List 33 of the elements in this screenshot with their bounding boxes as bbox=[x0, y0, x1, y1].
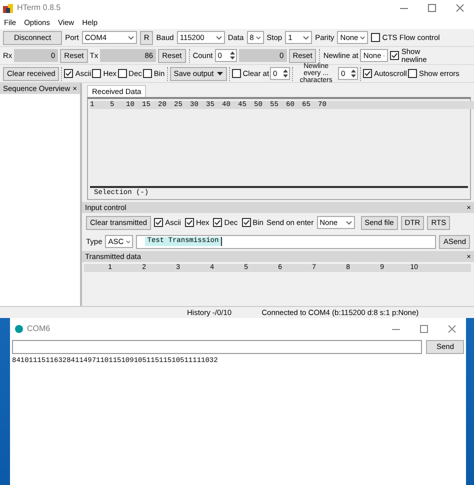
caret-icon bbox=[216, 36, 222, 40]
checkbox-icon bbox=[363, 69, 372, 78]
checkbox-icon bbox=[142, 69, 152, 78]
checkbox-icon bbox=[184, 218, 194, 227]
spin-icon bbox=[230, 51, 235, 60]
checkbox-icon bbox=[213, 218, 222, 227]
close-icon bbox=[456, 4, 464, 12]
caret-icon bbox=[346, 220, 352, 224]
caret-icon bbox=[126, 240, 130, 244]
caret-icon bbox=[360, 36, 366, 40]
checkbox-icon bbox=[390, 51, 400, 60]
caret-icon bbox=[128, 36, 134, 40]
spin-icon bbox=[351, 69, 356, 78]
checkbox-icon bbox=[118, 69, 127, 78]
caret-icon bbox=[303, 36, 310, 40]
app-icon bbox=[15, 325, 23, 333]
spin-icon bbox=[283, 69, 288, 78]
checkbox-icon bbox=[64, 69, 74, 78]
maximize-icon bbox=[428, 4, 436, 12]
checkbox-icon bbox=[154, 218, 164, 227]
maximize-icon bbox=[420, 325, 428, 333]
checkbox-icon bbox=[242, 218, 251, 227]
close-icon bbox=[448, 325, 456, 333]
window-title: COM6 bbox=[27, 324, 50, 334]
checkbox-icon bbox=[408, 69, 417, 78]
checkbox-icon bbox=[232, 69, 241, 78]
message-input[interactable] bbox=[12, 340, 422, 354]
caret-icon bbox=[216, 72, 223, 76]
checkbox-icon bbox=[92, 69, 102, 78]
caret-icon bbox=[256, 36, 261, 40]
checkbox-icon bbox=[371, 33, 380, 42]
app-icon bbox=[3, 4, 13, 12]
window-title: HTerm 0.8.5 bbox=[17, 3, 61, 13]
